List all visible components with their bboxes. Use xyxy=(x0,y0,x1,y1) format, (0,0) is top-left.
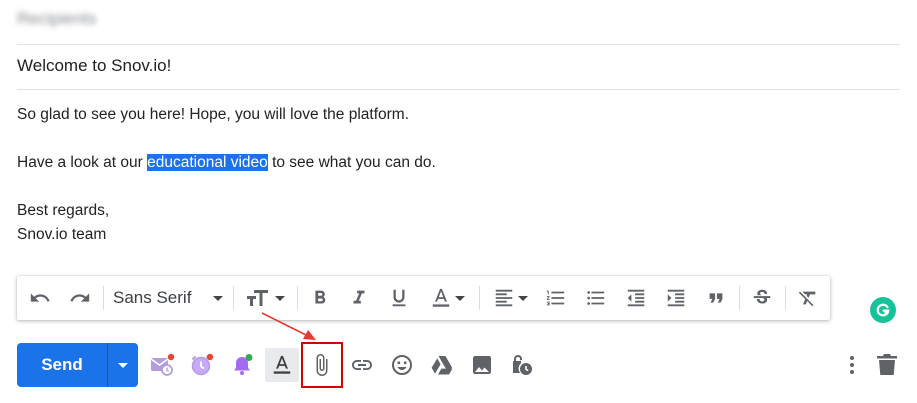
underline-icon[interactable] xyxy=(383,276,415,320)
indent-more-icon[interactable] xyxy=(659,276,693,320)
chevron-down-icon xyxy=(213,295,223,301)
toolbar-separator xyxy=(739,286,740,310)
toolbar-separator xyxy=(233,286,234,310)
toolbar-separator xyxy=(103,286,104,310)
chevron-down-icon xyxy=(118,362,128,368)
numbered-list-icon[interactable] xyxy=(539,276,573,320)
formatting-options-icon[interactable] xyxy=(265,348,299,382)
body-line: So glad to see you here! Hope, you will … xyxy=(17,106,410,123)
subject-field[interactable]: Welcome to Snov.io! xyxy=(17,56,171,76)
align-icon[interactable] xyxy=(487,276,533,320)
formatting-toolbar: Sans Serif xyxy=(17,276,830,320)
more-options-icon[interactable] xyxy=(834,345,870,385)
quote-icon[interactable] xyxy=(699,276,733,320)
text-color-icon[interactable] xyxy=(423,276,471,320)
indent-less-icon[interactable] xyxy=(619,276,653,320)
body-text-segment: Have a look at our xyxy=(17,154,148,171)
confidential-mode-icon[interactable] xyxy=(504,345,540,385)
remove-formatting-icon[interactable] xyxy=(791,276,825,320)
insert-photo-icon[interactable] xyxy=(464,345,500,385)
send-button[interactable]: Send xyxy=(17,343,107,387)
notification-bell-icon[interactable] xyxy=(224,345,260,385)
strikethrough-icon[interactable] xyxy=(745,276,779,320)
chevron-down-icon xyxy=(517,295,528,301)
bold-icon[interactable] xyxy=(304,276,336,320)
snooze-clock-icon[interactable] xyxy=(184,345,220,385)
divider xyxy=(17,44,900,45)
font-family-select[interactable]: Sans Serif xyxy=(109,276,227,320)
schedule-mail-icon[interactable] xyxy=(144,345,180,385)
body-line: Have a look at our educational video to … xyxy=(17,151,436,175)
recipients-field[interactable]: Recipients xyxy=(17,9,96,29)
divider xyxy=(17,89,900,90)
toolbar-separator xyxy=(479,286,480,310)
chevron-down-icon xyxy=(274,295,285,301)
bulleted-list-icon[interactable] xyxy=(579,276,613,320)
send-options-button[interactable] xyxy=(108,343,138,387)
message-body[interactable]: So glad to see you here! Hope, you will … xyxy=(17,103,436,247)
body-line: Snov.io team xyxy=(17,226,107,243)
undo-icon[interactable] xyxy=(23,276,57,320)
font-size-icon[interactable] xyxy=(241,276,289,320)
insert-emoji-icon[interactable] xyxy=(384,345,420,385)
font-family-label: Sans Serif xyxy=(113,288,192,307)
redo-icon[interactable] xyxy=(63,276,97,320)
annotation-highlight-box xyxy=(301,342,343,388)
discard-draft-icon[interactable] xyxy=(869,345,905,385)
grammarly-icon[interactable] xyxy=(870,297,896,323)
chevron-down-icon xyxy=(454,295,465,301)
toolbar-separator xyxy=(297,286,298,310)
toolbar-separator xyxy=(785,286,786,310)
italic-icon[interactable] xyxy=(343,276,375,320)
google-drive-icon[interactable] xyxy=(424,345,460,385)
selected-text[interactable]: educational video xyxy=(147,154,268,171)
body-text-segment: to see what you can do. xyxy=(267,154,436,171)
insert-link-icon[interactable] xyxy=(344,345,380,385)
body-line: Best regards, xyxy=(17,202,110,219)
